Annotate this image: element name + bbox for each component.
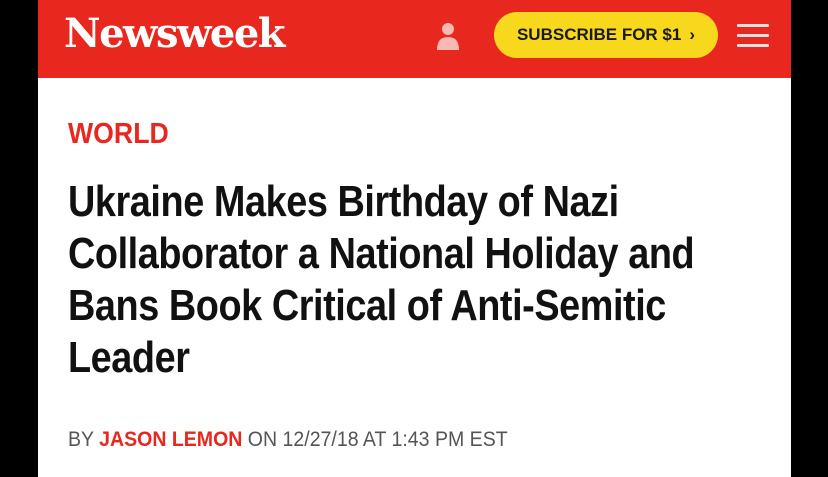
article-byline: BY JASON LEMON ON 12/27/18 AT 1:43 PM ES… [68,428,508,452]
subscribe-button[interactable]: SUBSCRIBE FOR $1 › [494,12,718,58]
publish-time: 1:43 PM EST [391,428,508,451]
subscribe-button-label: SUBSCRIBE FOR $1 [516,25,682,44]
article-headline: Ukraine Makes Birthday of Nazi Collabora… [68,177,695,382]
byline-on: ON [247,428,278,451]
menu-line [737,44,769,47]
menu-line [737,24,769,27]
byline-at: AT [362,428,387,451]
section-label[interactable]: WORLD [68,118,169,151]
menu-line [737,34,769,37]
byline-by: BY [68,428,94,451]
article-page: Newsweek SUBSCRIBE FOR $1 › WORLD Ukrain… [38,0,791,477]
top-navigation-bar: Newsweek SUBSCRIBE FOR $1 › [38,0,791,78]
publish-date: 12/27/18 [282,428,359,451]
chevron-right-icon: › [689,25,696,44]
author-link[interactable]: JASON LEMON [99,428,242,451]
newsweek-logo[interactable]: Newsweek [64,10,286,57]
user-icon[interactable] [436,22,460,50]
hamburger-menu-icon[interactable] [737,24,769,48]
